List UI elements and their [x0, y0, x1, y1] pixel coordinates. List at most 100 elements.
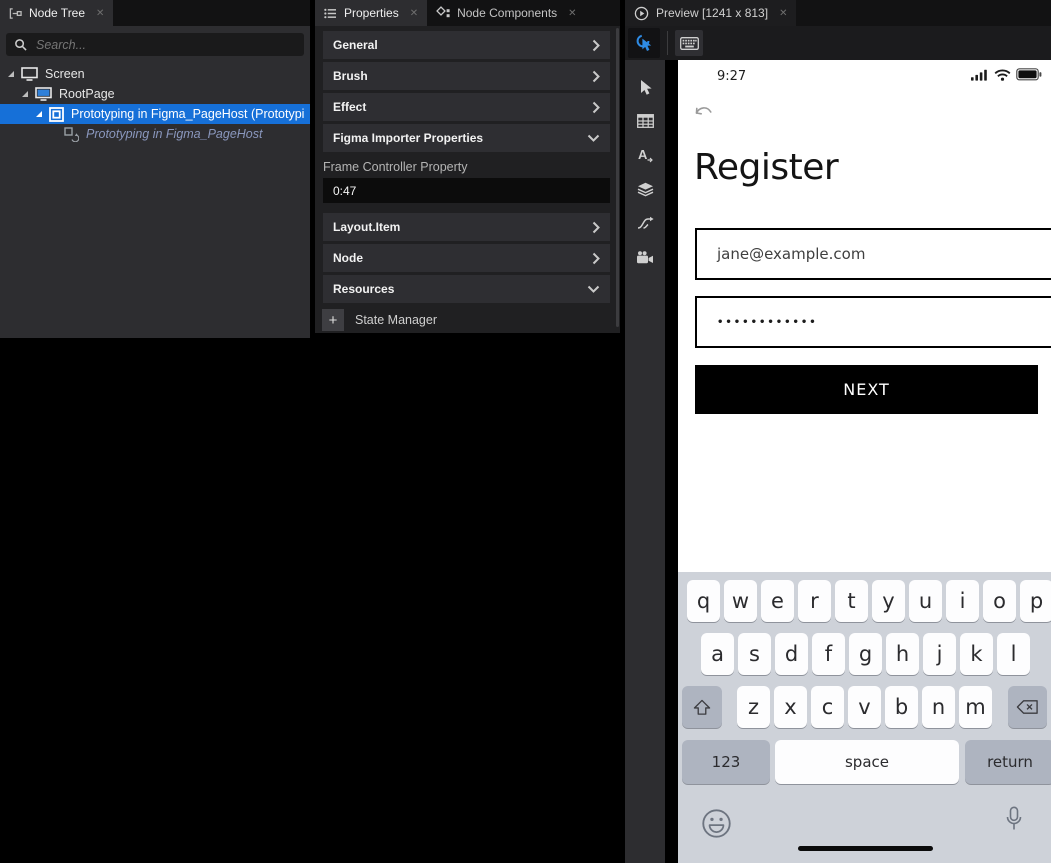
key-u[interactable]: u — [909, 580, 942, 622]
home-indicator[interactable] — [798, 846, 933, 851]
expand-triangle-icon[interactable] — [22, 91, 28, 97]
section-effect[interactable]: Effect — [323, 93, 610, 121]
key-t[interactable]: t — [835, 580, 868, 622]
search-icon — [14, 38, 27, 51]
key-y[interactable]: y — [872, 580, 905, 622]
key-j[interactable]: j — [923, 633, 956, 675]
key-m[interactable]: m — [959, 686, 992, 728]
touch-mode-button[interactable] — [628, 28, 660, 58]
tree-item-pagehost-selected[interactable]: Prototyping in Figma_PageHost (Prototypi — [0, 104, 310, 124]
key-v[interactable]: v — [848, 686, 881, 728]
back-button[interactable] — [693, 104, 716, 125]
key-r[interactable]: r — [798, 580, 831, 622]
record-tool-button[interactable] — [625, 240, 665, 274]
backspace-key[interactable] — [1008, 686, 1047, 728]
wifi-icon — [994, 69, 1011, 81]
key-g[interactable]: g — [849, 633, 882, 675]
search-box[interactable] — [6, 33, 304, 56]
keyboard-icon — [680, 37, 699, 50]
key-a[interactable]: a — [701, 633, 734, 675]
expand-triangle-icon[interactable] — [8, 71, 14, 77]
node-tree-panel: Node Tree ✕ Screen Roo — [0, 0, 310, 338]
virtual-keyboard: q w e r t y u i o p a s d — [678, 572, 1051, 863]
section-figma-importer[interactable]: Figma Importer Properties — [323, 124, 610, 152]
dictation-button[interactable] — [1005, 806, 1023, 837]
email-field[interactable]: jane@example.com — [695, 228, 1051, 280]
key-l[interactable]: l — [997, 633, 1030, 675]
frame-controller-input[interactable]: 0:47 — [323, 178, 610, 203]
chevron-down-icon — [587, 285, 600, 293]
key-e[interactable]: e — [761, 580, 794, 622]
frame-controller-label: Frame Controller Property — [323, 160, 610, 174]
password-field[interactable]: •••••••••••• — [695, 296, 1051, 348]
close-icon[interactable]: ✕ — [410, 8, 418, 19]
scrollbar[interactable] — [616, 28, 619, 327]
shuffle-tool-button[interactable] — [625, 206, 665, 240]
section-layout-item[interactable]: Layout.Item — [323, 213, 610, 241]
back-arrow-icon — [693, 104, 716, 121]
toolbar-divider — [667, 31, 668, 55]
tab-preview[interactable]: Preview [1241 x 813] ✕ — [625, 0, 796, 26]
table-tool-button[interactable] — [625, 104, 665, 138]
key-c[interactable]: c — [811, 686, 844, 728]
key-i[interactable]: i — [946, 580, 979, 622]
node-tree-tabbar: Node Tree ✕ — [0, 0, 310, 26]
add-state-manager-button[interactable]: + — [322, 309, 344, 331]
emoji-button[interactable] — [701, 808, 732, 843]
section-general[interactable]: General — [323, 31, 610, 59]
section-brush[interactable]: Brush — [323, 62, 610, 90]
key-x[interactable]: x — [774, 686, 807, 728]
key-h[interactable]: h — [886, 633, 919, 675]
status-icons — [971, 68, 1042, 81]
key-o[interactable]: o — [983, 580, 1016, 622]
chevron-right-icon — [592, 252, 600, 265]
search-input[interactable] — [34, 37, 296, 53]
shift-key[interactable] — [682, 686, 722, 728]
expand-triangle-icon[interactable] — [36, 111, 42, 117]
return-key[interactable]: return — [965, 740, 1051, 784]
preview-tool-strip: A — [625, 60, 665, 863]
tree-item-rootpage[interactable]: RootPage — [0, 84, 310, 104]
cellular-signal-icon — [971, 69, 989, 81]
tab-properties[interactable]: Properties ✕ — [315, 0, 427, 26]
close-icon[interactable]: ✕ — [96, 8, 104, 19]
tree-item-screen[interactable]: Screen — [0, 64, 310, 84]
key-b[interactable]: b — [885, 686, 918, 728]
rename-tool-button[interactable]: A — [625, 138, 665, 172]
select-tool-button[interactable] — [625, 70, 665, 104]
instance-icon — [64, 127, 79, 142]
key-q[interactable]: q — [687, 580, 720, 622]
tab-properties-label: Properties — [344, 6, 399, 20]
key-k[interactable]: k — [960, 633, 993, 675]
next-button[interactable]: NEXT — [695, 365, 1038, 414]
numbers-key[interactable]: 123 — [682, 740, 770, 784]
preview-letterbox — [665, 60, 678, 863]
shift-icon — [692, 699, 712, 716]
key-f[interactable]: f — [812, 633, 845, 675]
key-w[interactable]: w — [724, 580, 757, 622]
layers-icon — [637, 182, 654, 197]
close-icon[interactable]: ✕ — [779, 8, 787, 19]
section-resources[interactable]: Resources — [323, 275, 610, 303]
key-n[interactable]: n — [922, 686, 955, 728]
tree-item-pagehost-instance[interactable]: Prototyping in Figma_PageHost — [0, 124, 310, 144]
emoji-smiley-icon — [701, 808, 732, 839]
close-icon[interactable]: ✕ — [568, 8, 576, 19]
keyboard-mode-button[interactable] — [675, 30, 703, 56]
key-z[interactable]: z — [737, 686, 770, 728]
battery-icon — [1016, 68, 1042, 81]
key-p[interactable]: p — [1020, 580, 1051, 622]
space-key[interactable]: space — [775, 740, 959, 784]
chevron-right-icon — [592, 39, 600, 52]
section-node[interactable]: Node — [323, 244, 610, 272]
backspace-icon — [1016, 699, 1039, 715]
list-icon — [324, 8, 337, 19]
tab-node-tree[interactable]: Node Tree ✕ — [0, 0, 113, 26]
chevron-right-icon — [592, 101, 600, 114]
layers-tool-button[interactable] — [625, 172, 665, 206]
tab-node-components[interactable]: Node Components ✕ — [427, 0, 585, 26]
tree-item-label: Screen — [45, 67, 85, 81]
play-circle-icon — [634, 6, 649, 21]
key-d[interactable]: d — [775, 633, 808, 675]
key-s[interactable]: s — [738, 633, 771, 675]
